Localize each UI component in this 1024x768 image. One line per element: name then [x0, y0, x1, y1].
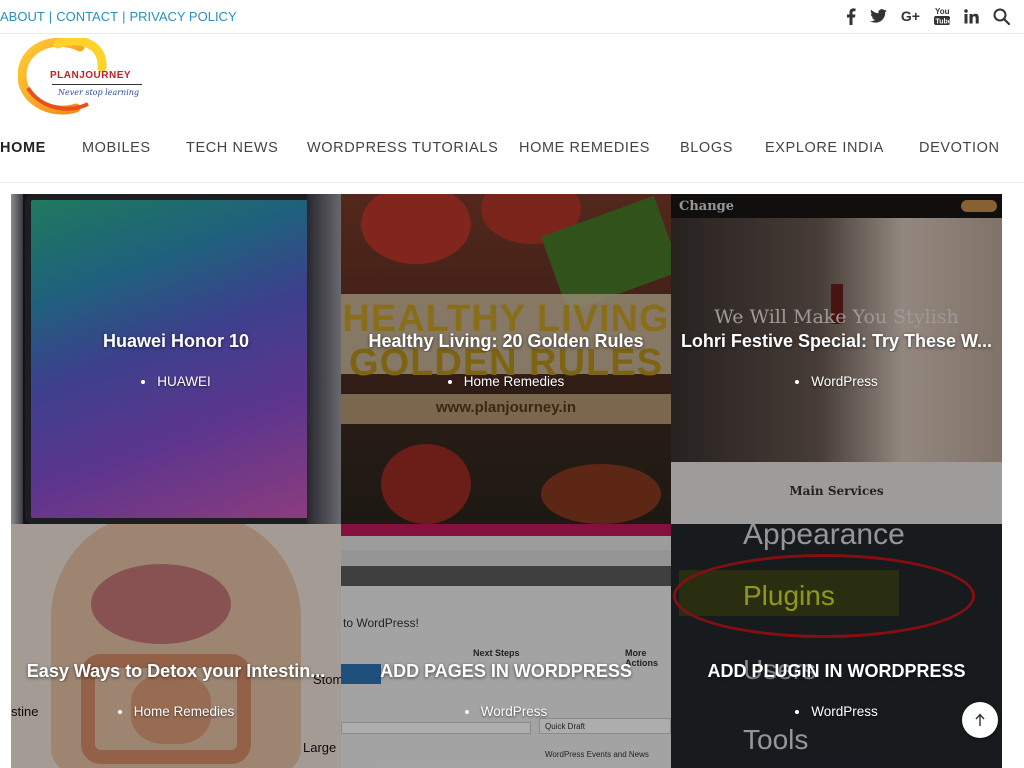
youtube-icon[interactable]: You Tube: [934, 6, 950, 26]
separator: |: [48, 9, 53, 24]
post-title[interactable]: Huawei Honor 10: [19, 331, 333, 352]
post-title[interactable]: ADD PAGES IN WORDPRESS: [349, 661, 663, 682]
search-icon[interactable]: [993, 6, 1010, 26]
bullet: [141, 380, 146, 385]
featured-posts-grid: Huawei Honor 10 HUAWEI HEALTHY LIVING GO…: [11, 194, 1002, 768]
nav-devotion[interactable]: DEVOTION: [919, 140, 1000, 156]
post-category[interactable]: WordPress: [671, 704, 1002, 719]
category-label: Home Remedies: [133, 704, 235, 719]
bullet: [117, 710, 122, 715]
post-category[interactable]: Home Remedies: [341, 374, 671, 389]
facebook-icon[interactable]: [846, 6, 856, 26]
overlay: [11, 194, 341, 524]
twitter-icon[interactable]: [870, 6, 887, 26]
post-card[interactable]: to WordPress! Next Steps More Actions Qu…: [341, 524, 671, 768]
category-label: HUAWEI: [157, 374, 211, 389]
overlay: [671, 524, 1002, 768]
bullet: [795, 710, 800, 715]
bullet: [464, 710, 469, 715]
linkedin-icon[interactable]: [964, 6, 979, 26]
post-category[interactable]: WordPress: [341, 704, 671, 719]
category-label: Home Remedies: [463, 374, 565, 389]
logo-underline: [52, 84, 142, 85]
post-category[interactable]: Home Remedies: [11, 704, 341, 719]
about-link[interactable]: ABOUT: [0, 9, 45, 24]
overlay: [11, 524, 341, 768]
post-title[interactable]: Healthy Living: 20 Golden Rules: [349, 331, 663, 352]
post-card[interactable]: stine Stom Large Easy Ways to Detox your…: [11, 524, 341, 768]
post-card[interactable]: HEALTHY LIVING GOLDEN RULES www.planjour…: [341, 194, 671, 524]
post-card[interactable]: Appearance Plugins Users Tools ADD PLUGI…: [671, 524, 1002, 768]
post-title[interactable]: Easy Ways to Detox your Intestin...: [19, 661, 333, 682]
nav-home-remedies[interactable]: HOME REMEDIES: [519, 140, 650, 156]
privacy-policy-link[interactable]: PRIVACY POLICY: [129, 9, 236, 24]
bullet: [795, 380, 800, 385]
nav-tech-news[interactable]: TECH NEWS: [186, 140, 278, 156]
post-title[interactable]: ADD PLUGIN IN WORDPRESS: [679, 661, 994, 682]
overlay: [341, 524, 671, 768]
scroll-to-top-button[interactable]: [962, 702, 998, 738]
post-card[interactable]: Change We Will Make You Stylish Main Ser…: [671, 194, 1002, 524]
top-links: ABOUT | CONTACT | PRIVACY POLICY: [0, 9, 237, 24]
main-nav: HOME MOBILES TECH NEWS WORDPRESS TUTORIA…: [0, 140, 1024, 164]
nav-home[interactable]: HOME: [0, 140, 46, 156]
category-label: WordPress: [480, 704, 548, 719]
overlay: [341, 194, 671, 524]
logo-name: PLANJOURNEY: [50, 70, 132, 81]
site-logo[interactable]: PLANJOURNEY Never stop learning: [17, 36, 150, 116]
post-title[interactable]: Lohri Festive Special: Try These W...: [679, 331, 994, 352]
svg-text:Tube: Tube: [936, 19, 951, 26]
post-category[interactable]: HUAWEI: [11, 374, 341, 389]
nav-explore-india[interactable]: EXPLORE INDIA: [765, 140, 884, 156]
nav-divider: [0, 182, 1024, 183]
svg-text:You: You: [935, 7, 950, 16]
category-label: WordPress: [811, 704, 878, 719]
post-category[interactable]: WordPress: [671, 374, 1002, 389]
nav-blogs[interactable]: BLOGS: [680, 140, 733, 156]
separator: |: [122, 9, 126, 24]
social-icons: G+ You Tube: [832, 6, 1010, 26]
contact-link[interactable]: CONTACT: [56, 9, 118, 24]
category-label: WordPress: [811, 374, 878, 389]
post-card[interactable]: Huawei Honor 10 HUAWEI: [11, 194, 341, 524]
logo-tagline: Never stop learning: [58, 88, 140, 97]
nav-mobiles[interactable]: MOBILES: [82, 140, 151, 156]
arrow-up-icon: [975, 713, 985, 726]
top-bar: ABOUT | CONTACT | PRIVACY POLICY G+ You Tube: [0, 0, 1024, 34]
overlay: [671, 194, 1002, 524]
nav-wordpress-tutorials[interactable]: WORDPRESS TUTORIALS: [307, 140, 498, 156]
bullet: [447, 380, 452, 385]
google-plus-icon[interactable]: G+: [901, 6, 920, 26]
